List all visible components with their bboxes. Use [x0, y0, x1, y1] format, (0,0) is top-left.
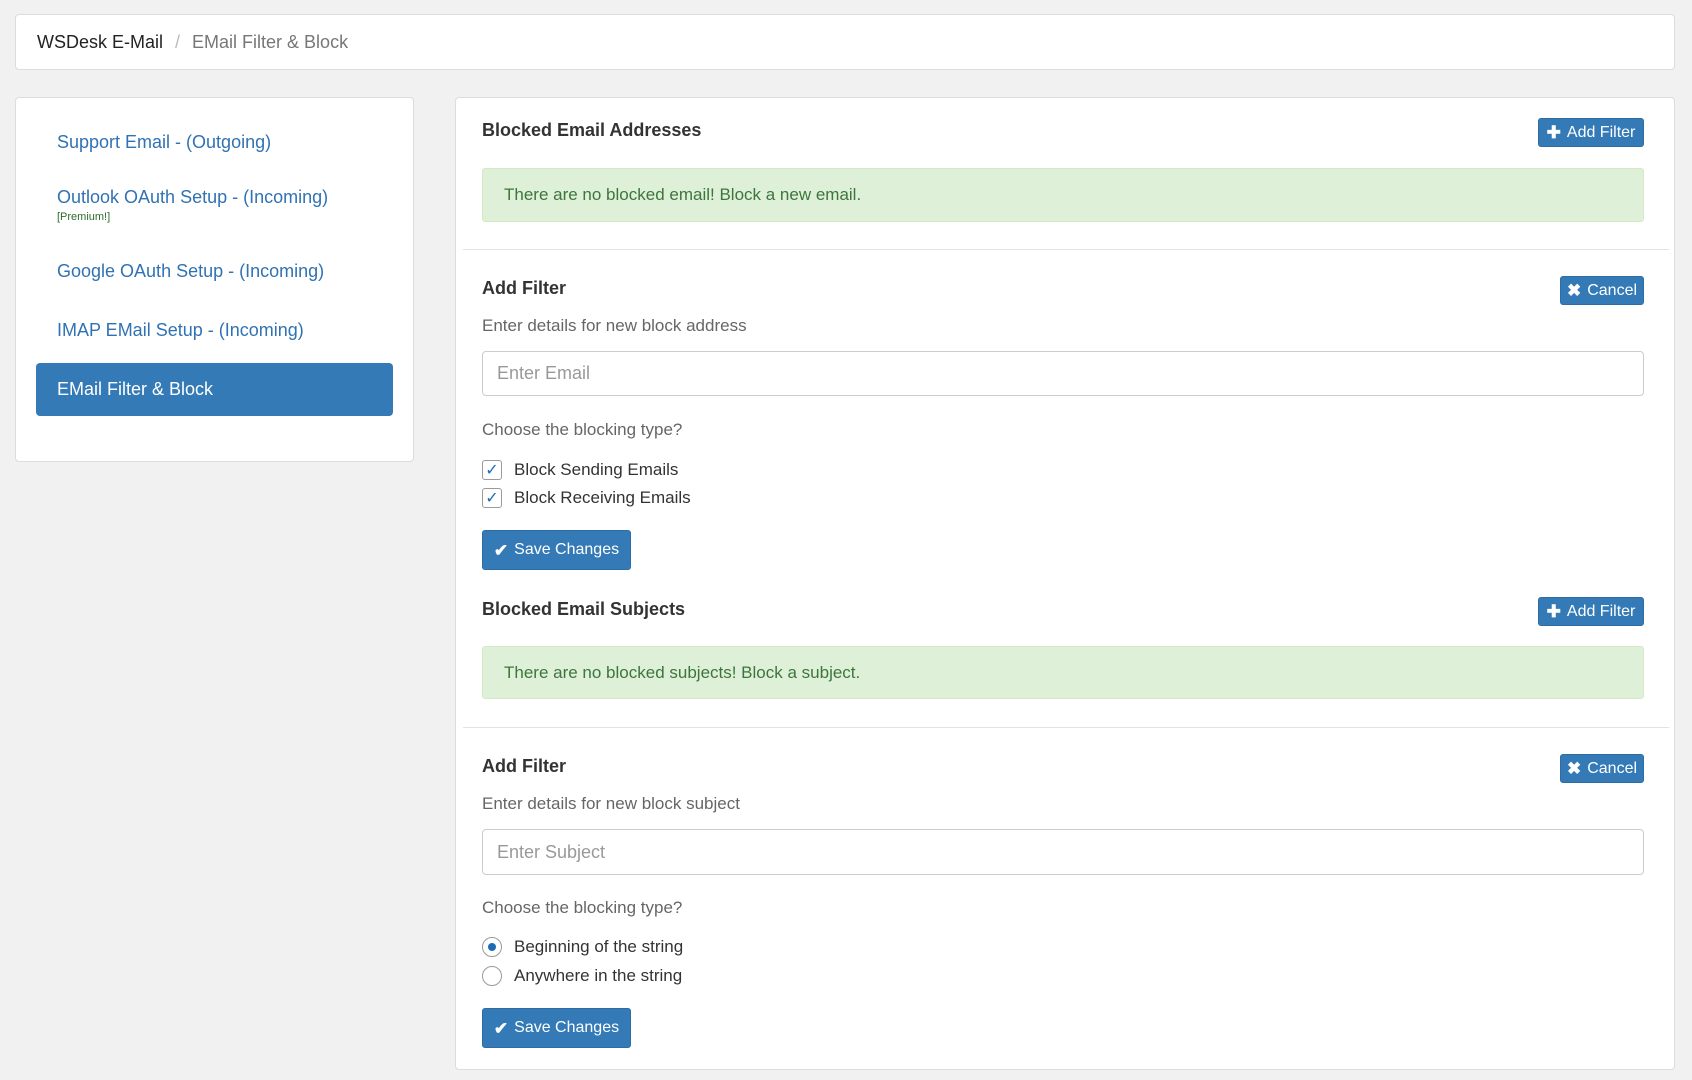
email-filter-description: Enter details for new block address: [482, 316, 747, 335]
check-icon: ✔: [493, 540, 509, 560]
option-label: Beginning of the string: [514, 937, 684, 956]
sidebar-item-label: Support Email - (Outgoing): [57, 132, 272, 152]
add-email-filter-button[interactable]: ✚ Add Filter: [1538, 118, 1644, 147]
button-label: Cancel: [1587, 759, 1638, 777]
button-label: Save Changes: [514, 541, 620, 558]
button-label: Add Filter: [1566, 602, 1636, 620]
save-subject-filter-button[interactable]: ✔ Save Changes: [482, 1008, 631, 1048]
cancel-email-filter-button[interactable]: ✖ Cancel: [1560, 276, 1644, 305]
check-icon: ✓: [485, 462, 499, 479]
sidebar-item-label: EMail Filter & Block: [57, 379, 214, 399]
block-receiving-checkbox[interactable]: ✓: [482, 488, 502, 508]
anywhere-in-string-radio[interactable]: [482, 966, 502, 986]
sidebar: Support Email - (Outgoing) Outlook OAuth…: [15, 97, 414, 462]
subject-blocking-type-question: Choose the blocking type?: [482, 898, 683, 917]
breadcrumb-separator: /: [175, 31, 181, 52]
blocked-emails-title: Blocked Email Addresses: [482, 120, 702, 140]
block-receiving-option[interactable]: ✓ Block Receiving Emails: [482, 488, 691, 508]
sidebar-item-label: Google OAuth Setup - (Incoming): [57, 261, 325, 281]
beginning-of-string-radio[interactable]: [482, 937, 502, 957]
block-sending-option[interactable]: ✓ Block Sending Emails: [482, 460, 678, 480]
breadcrumb-root[interactable]: WSDesk E-Mail: [37, 32, 163, 53]
plus-icon: ✚: [1546, 602, 1561, 621]
email-input[interactable]: [482, 351, 1644, 396]
premium-badge: [Premium!]: [57, 211, 111, 223]
sidebar-item-imap-setup[interactable]: IMAP EMail Setup - (Incoming): [36, 320, 393, 341]
main-panel: Blocked Email Addresses ✚ Add Filter The…: [455, 97, 1675, 1070]
plus-icon: ✚: [1546, 123, 1561, 142]
button-label: Save Changes: [514, 1019, 620, 1036]
email-blocking-type-question: Choose the blocking type?: [482, 420, 683, 439]
anywhere-in-string-option[interactable]: Anywhere in the string: [482, 966, 682, 986]
breadcrumb-current: EMail Filter & Block: [192, 31, 349, 52]
add-subject-filter-button[interactable]: ✚ Add Filter: [1538, 597, 1644, 626]
subject-input[interactable]: [482, 829, 1644, 875]
section-divider: [463, 249, 1669, 250]
no-blocked-subjects-alert: There are no blocked subjects! Block a s…: [482, 646, 1644, 699]
option-label: Anywhere in the string: [514, 966, 683, 985]
sidebar-item-outlook-oauth[interactable]: Outlook OAuth Setup - (Incoming) [Premiu…: [36, 187, 393, 223]
check-icon: ✓: [485, 490, 499, 507]
close-icon: ✖: [1566, 281, 1582, 300]
blocked-subjects-title: Blocked Email Subjects: [482, 599, 686, 619]
section-divider: [463, 727, 1669, 728]
subject-filter-form-title: Add Filter: [482, 756, 566, 776]
alert-text: There are no blocked subjects! Block a s…: [504, 662, 861, 682]
sidebar-item-label: Outlook OAuth Setup - (Incoming): [57, 187, 329, 207]
no-blocked-emails-alert: There are no blocked email! Block a new …: [482, 168, 1644, 222]
close-icon: ✖: [1566, 759, 1582, 778]
save-email-filter-button[interactable]: ✔ Save Changes: [482, 530, 631, 570]
breadcrumb: WSDesk E-Mail / EMail Filter & Block: [15, 14, 1675, 70]
alert-text: There are no blocked email! Block a new …: [504, 185, 862, 204]
sidebar-item-label: IMAP EMail Setup - (Incoming): [57, 320, 304, 340]
subject-filter-description: Enter details for new block subject: [482, 794, 740, 813]
option-label: Block Sending Emails: [514, 460, 679, 479]
sidebar-item-email-filter[interactable]: EMail Filter & Block: [36, 363, 393, 416]
check-icon: ✔: [493, 1018, 509, 1038]
block-sending-checkbox[interactable]: ✓: [482, 460, 502, 480]
sidebar-item-google-oauth[interactable]: Google OAuth Setup - (Incoming): [36, 261, 393, 282]
radio-selected-dot: [488, 943, 496, 951]
button-label: Cancel: [1587, 281, 1638, 299]
cancel-subject-filter-button[interactable]: ✖ Cancel: [1560, 754, 1644, 783]
option-label: Block Receiving Emails: [514, 488, 691, 507]
beginning-of-string-option[interactable]: Beginning of the string: [482, 937, 683, 957]
sidebar-item-support-email[interactable]: Support Email - (Outgoing): [36, 132, 393, 153]
button-label: Add Filter: [1566, 123, 1636, 141]
email-filter-form-title: Add Filter: [482, 278, 566, 298]
